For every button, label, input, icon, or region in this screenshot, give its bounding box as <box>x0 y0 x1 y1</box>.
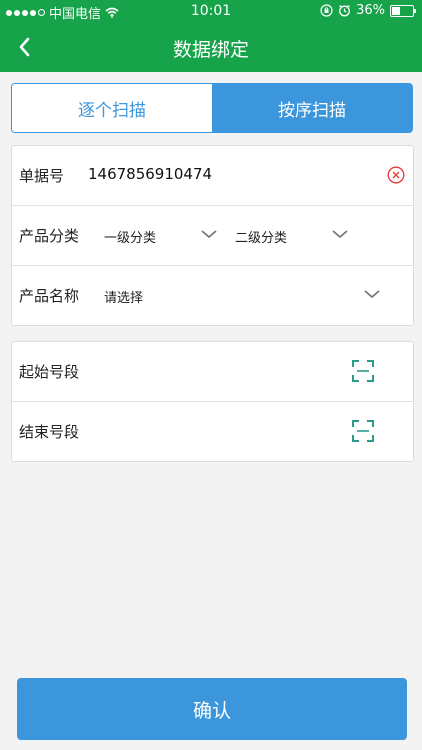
doc-no-input[interactable]: 1467856910474 <box>88 165 212 183</box>
tab-sequential-scan[interactable]: 按序扫描 <box>212 84 412 132</box>
alarm-icon <box>339 4 351 17</box>
chevron-down-icon[interactable] <box>363 287 381 301</box>
battery-percent: 36% <box>356 3 385 18</box>
start-range-label: 起始号段 <box>19 363 80 381</box>
clear-icon[interactable] <box>387 166 405 184</box>
tab-single-scan[interactable]: 逐个扫描 <box>12 84 212 132</box>
chevron-down-icon[interactable] <box>331 227 349 241</box>
category-row: 产品分类 一级分类 二级分类 <box>12 206 413 266</box>
product-name-select[interactable]: 请选择 <box>104 287 143 306</box>
nav-bar: 数据绑定 <box>0 22 422 72</box>
product-name-label: 产品名称 <box>19 287 80 305</box>
scan-mode-tabs: 逐个扫描 按序扫描 <box>11 83 413 133</box>
scan-icon[interactable] <box>351 419 375 443</box>
category-level1-select[interactable]: 一级分类 <box>104 227 156 246</box>
confirm-button[interactable]: 确认 <box>17 678 407 740</box>
product-name-row: 产品名称 请选择 <box>12 266 413 325</box>
battery-icon <box>390 4 416 17</box>
end-range-row: 结束号段 <box>12 402 413 461</box>
number-range-card: 起始号段 结束号段 <box>11 341 414 462</box>
page-title: 数据绑定 <box>172 39 249 61</box>
category-level2-select[interactable]: 二级分类 <box>235 227 287 246</box>
scan-icon[interactable] <box>351 359 375 383</box>
product-info-card: 单据号 1467856910474 产品分类 一级分类 二级分类 产品名称 请选… <box>11 145 414 326</box>
orientation-lock-icon <box>320 4 333 17</box>
status-right: 36% <box>320 3 416 18</box>
category-label: 产品分类 <box>19 227 80 245</box>
doc-no-row: 单据号 1467856910474 <box>12 146 413 206</box>
chevron-down-icon[interactable] <box>200 227 218 241</box>
end-range-label: 结束号段 <box>19 423 80 441</box>
start-range-row: 起始号段 <box>12 342 413 402</box>
doc-no-label: 单据号 <box>19 167 65 185</box>
status-bar: 中国电信 10:01 36% <box>0 0 422 22</box>
